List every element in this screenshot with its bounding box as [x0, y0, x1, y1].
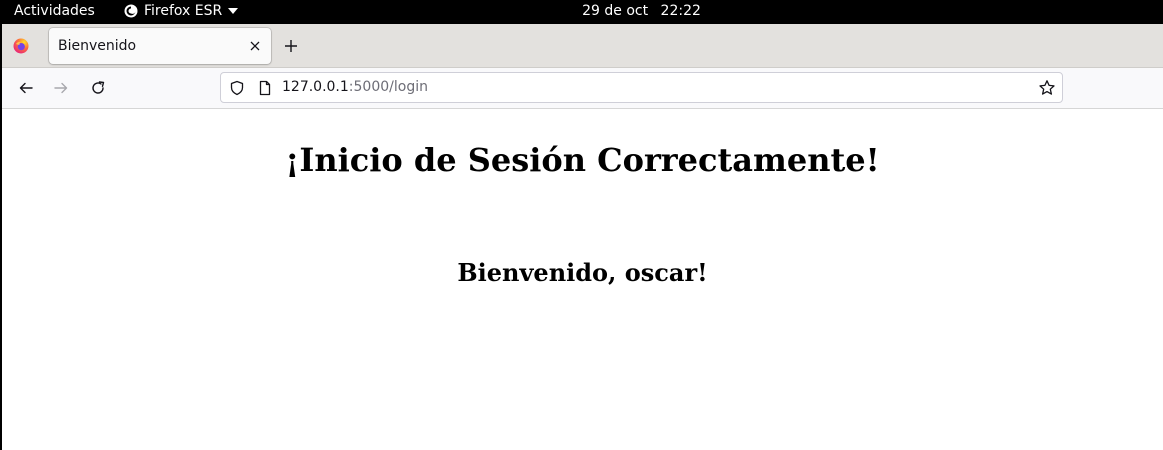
tab-title: Bienvenido	[58, 38, 137, 54]
arrow-left-icon[interactable]	[18, 80, 34, 96]
url-text[interactable]: 127.0.0.1:5000/login	[282, 79, 428, 95]
reload-icon[interactable]	[90, 80, 106, 96]
shield-icon[interactable]	[229, 80, 245, 96]
page-icon[interactable]	[257, 80, 273, 96]
tab-strip: Bienvenido	[2, 24, 1163, 68]
url-path: :5000/login	[348, 79, 428, 95]
close-icon[interactable]	[247, 38, 263, 54]
welcome-message: Bienvenido, oscar!	[457, 258, 708, 287]
url-host: 127.0.0.1	[282, 79, 349, 95]
system-top-bar: Actividades Firefox ESR 29 de oct 22:22	[0, 0, 1163, 24]
page-title: ¡Inicio de Sesión Correctamente!	[285, 141, 880, 179]
clock-time: 22:22	[660, 3, 701, 19]
clock[interactable]: 29 de oct 22:22	[0, 3, 1163, 19]
firefox-icon[interactable]	[13, 38, 29, 54]
page-content: ¡Inicio de Sesión Correctamente! Bienven…	[2, 109, 1163, 450]
tab-bienvenido[interactable]: Bienvenido	[49, 28, 271, 64]
browser-window: Bienvenido 127.0.0.1:5000/login ¡Inicio …	[2, 24, 1163, 450]
navigation-toolbar: 127.0.0.1:5000/login	[2, 68, 1163, 109]
arrow-right-icon[interactable]	[53, 80, 69, 96]
plus-icon[interactable]	[283, 38, 299, 54]
url-bar[interactable]: 127.0.0.1:5000/login	[220, 72, 1063, 103]
clock-date: 29 de oct	[582, 3, 649, 19]
star-icon[interactable]	[1038, 79, 1056, 97]
